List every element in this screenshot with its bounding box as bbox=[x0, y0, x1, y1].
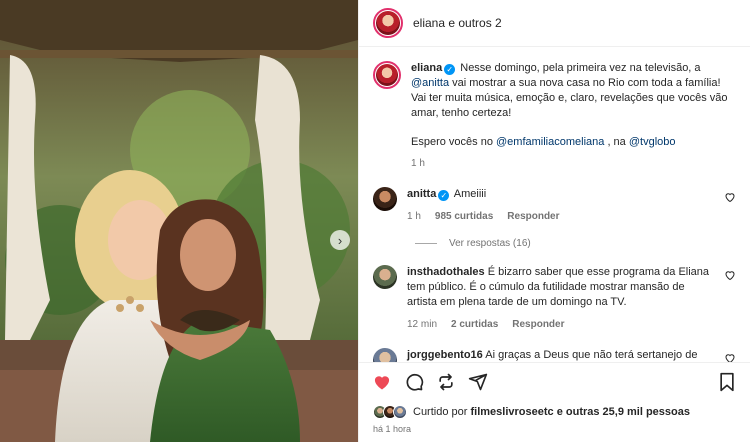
comment-likes[interactable]: 2 curtidas bbox=[451, 317, 498, 332]
heart-icon[interactable] bbox=[724, 191, 736, 203]
comment-username[interactable]: insthadothales bbox=[407, 266, 485, 278]
liked-by-avatars bbox=[373, 405, 407, 419]
liked-by-user[interactable]: filmeslivroseetc bbox=[470, 406, 553, 418]
divider-line bbox=[415, 243, 437, 244]
liked-by-prefix: Curtido por bbox=[413, 406, 468, 418]
comment-username[interactable]: anitta bbox=[407, 188, 436, 200]
avatar bbox=[376, 11, 400, 35]
caption-mention-anitta[interactable]: @anitta bbox=[411, 77, 449, 89]
repost-icon bbox=[439, 373, 453, 390]
comment-item: insthadothales É bizarro saber que esse … bbox=[373, 265, 736, 332]
share-button[interactable] bbox=[467, 371, 489, 393]
comment-body: insthadothales É bizarro saber que esse … bbox=[407, 265, 736, 332]
comment-likes[interactable]: 985 curtidas bbox=[435, 209, 493, 224]
avatar bbox=[393, 405, 407, 419]
bookmark-icon bbox=[720, 372, 734, 391]
avatar[interactable] bbox=[373, 348, 397, 362]
caption: eliana ✓ Nesse domingo, pela primeira vez… bbox=[373, 61, 736, 171]
avatar[interactable] bbox=[373, 187, 397, 211]
photo-illustration bbox=[0, 0, 358, 442]
heart-icon bbox=[374, 375, 390, 389]
reply-button[interactable]: Responder bbox=[512, 317, 564, 332]
avatar[interactable] bbox=[373, 265, 397, 289]
reply-button[interactable]: Responder bbox=[507, 209, 559, 224]
post-photo[interactable]: › bbox=[0, 0, 358, 442]
verified-badge-icon: ✓ bbox=[438, 190, 450, 201]
comment-button[interactable] bbox=[403, 371, 425, 393]
comment-icon bbox=[406, 373, 424, 391]
save-button[interactable] bbox=[716, 371, 738, 393]
comment-body: anitta ✓ Ameiiii 1 h 985 curtidas Respond… bbox=[407, 187, 736, 224]
view-replies-label: Ver respostas (16) bbox=[449, 238, 531, 249]
heart-icon[interactable] bbox=[724, 352, 736, 362]
comment-time: 1 h bbox=[407, 211, 421, 222]
liked-by[interactable]: Curtido por filmeslivroseetc e outras 25… bbox=[359, 400, 750, 424]
comment-body: jorggebento16 Ai graças a Deus que não t… bbox=[407, 348, 736, 362]
actions-bar bbox=[359, 362, 750, 400]
caption-body: eliana ✓ Nesse domingo, pela primeira vez… bbox=[411, 61, 736, 171]
caption-mention-tvglobo[interactable]: @tvglobo bbox=[629, 136, 676, 148]
next-photo-button[interactable]: › bbox=[330, 230, 350, 250]
view-replies-button[interactable]: Ver respostas (16) bbox=[415, 238, 736, 249]
caption-line2-prefix: Espero vocês no bbox=[411, 136, 493, 148]
post-time: há 1 hora bbox=[373, 424, 412, 434]
caption-text-after: vai mostrar a sua nova casa no Rio com t… bbox=[411, 77, 728, 119]
comment-text: Ameiiii bbox=[453, 188, 487, 200]
post-viewer: › eliana e outros 2 eliana ✓ Nesse doming… bbox=[0, 0, 750, 442]
comments-list[interactable]: eliana ✓ Nesse domingo, pela primeira vez… bbox=[359, 47, 750, 362]
chevron-right-icon: › bbox=[337, 232, 343, 248]
share-icon bbox=[468, 373, 488, 390]
repost-button[interactable] bbox=[435, 371, 457, 393]
header-title[interactable]: eliana e outros 2 bbox=[413, 16, 502, 30]
like-button[interactable] bbox=[371, 371, 393, 393]
heart-icon[interactable] bbox=[724, 269, 736, 281]
caption-text-before: Nesse domingo, pela primeira vez na tele… bbox=[460, 62, 701, 74]
comment-item: jorggebento16 Ai graças a Deus que não t… bbox=[373, 348, 736, 362]
liked-by-suffix[interactable]: e outras 25,9 mil pessoas bbox=[557, 406, 690, 418]
caption-time: 1 h bbox=[411, 158, 425, 169]
post-side-panel: eliana e outros 2 eliana ✓ Nesse domingo,… bbox=[358, 0, 750, 442]
comment-text: Ai graças a Deus que não terá sertanejo … bbox=[485, 349, 698, 361]
caption-avatar-ring[interactable] bbox=[373, 61, 401, 89]
header-avatar-ring[interactable] bbox=[373, 8, 403, 38]
comment-time: 12 min bbox=[407, 319, 438, 330]
avatar bbox=[376, 64, 398, 86]
comment-username[interactable]: jorggebento16 bbox=[407, 349, 483, 361]
comment-item: anitta ✓ Ameiiii 1 h 985 curtidas Respond… bbox=[373, 187, 736, 224]
verified-badge-icon: ✓ bbox=[444, 64, 456, 75]
caption-mention-emfamilia[interactable]: @emfamiliacomeliana bbox=[496, 136, 604, 148]
caption-username[interactable]: eliana bbox=[411, 62, 442, 74]
caption-line2-sep: , na bbox=[607, 136, 626, 148]
post-header: eliana e outros 2 bbox=[359, 0, 750, 47]
